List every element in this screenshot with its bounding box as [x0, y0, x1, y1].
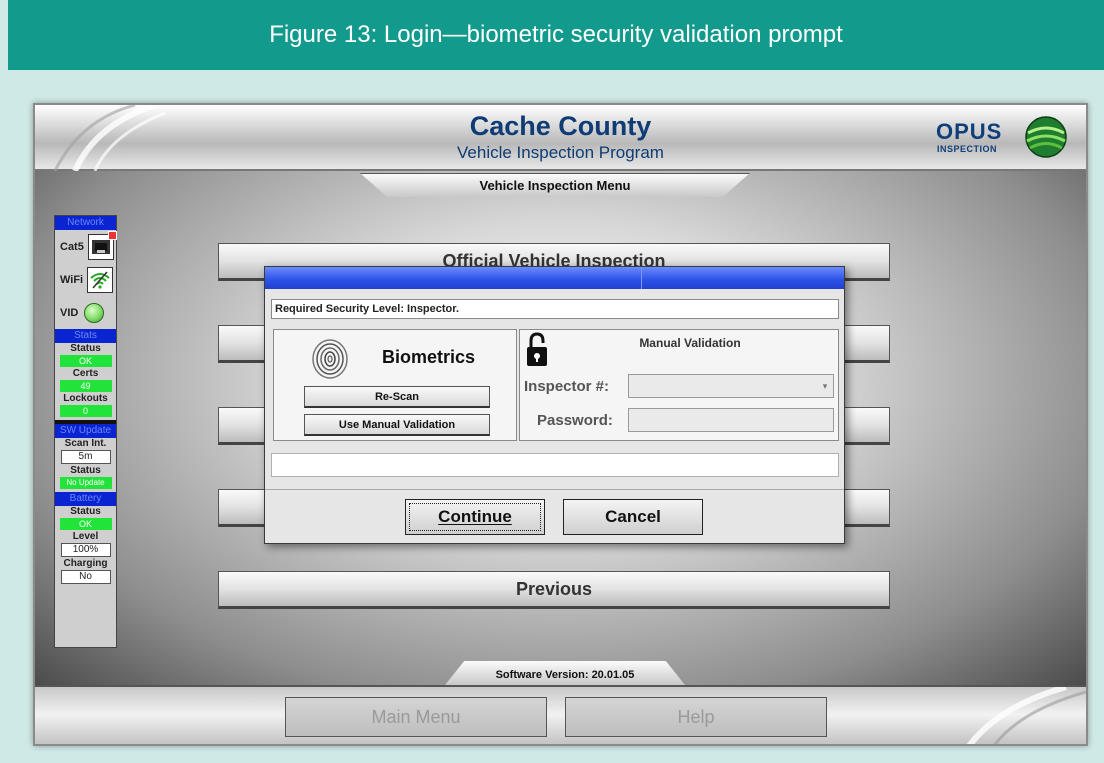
battery-header: Battery — [55, 492, 116, 506]
sw-update-status-value: No Update — [59, 477, 112, 489]
menu-tab: Vehicle Inspection Menu — [360, 173, 750, 197]
wifi-label: WiFi — [60, 273, 84, 286]
security-validation-dialog: Required Security Level: Inspector. Biom… — [264, 266, 845, 544]
use-manual-validation-button[interactable]: Use Manual Validation — [304, 414, 490, 436]
password-field[interactable] — [628, 408, 834, 432]
opus-logo-word: OPUS — [936, 119, 1003, 144]
scan-interval-label: Scan Int. — [64, 438, 107, 449]
continue-label: Continue — [438, 507, 512, 526]
dialog-title-bar[interactable] — [265, 267, 844, 289]
opus-logo-sub: INSPECTION — [937, 144, 998, 154]
stats-status-value: OK — [59, 355, 112, 367]
inspector-number-label: Inspector #: — [524, 378, 610, 395]
footer-swoosh-right — [966, 687, 1086, 744]
sw-update-header: SW Update — [55, 424, 116, 438]
continue-button[interactable]: Continue — [405, 499, 545, 535]
software-version: Software Version: 20.01.05 — [445, 661, 685, 685]
main-menu-button[interactable]: Main Menu — [285, 697, 547, 737]
message-bar — [271, 453, 839, 477]
vid-label: VID — [60, 306, 79, 319]
certs-value: 49 — [59, 380, 112, 392]
battery-level-label: Level — [72, 531, 99, 542]
status-side-panel: Network Cat5 WiFi VID Stats Status OK Ce… — [54, 215, 117, 648]
vid-row: VID — [55, 296, 116, 329]
battery-status-label: Status — [70, 506, 101, 517]
charging-value: No — [60, 570, 111, 584]
stats-header: Stats — [55, 329, 116, 343]
cat5-row: Cat5 — [55, 230, 117, 263]
app-header: Cache County Vehicle Inspection Program … — [35, 105, 1086, 171]
chevron-down-icon[interactable]: ▾ — [819, 377, 831, 395]
app-title: Cache County — [469, 111, 652, 141]
opus-logo: OPUS INSPECTION — [936, 115, 1068, 161]
lockouts-value: 0 — [59, 405, 112, 417]
wifi-row: WiFi — [55, 263, 116, 296]
vid-status-indicator — [84, 302, 105, 323]
app-footer: Main Menu Help — [35, 685, 1086, 744]
cancel-button[interactable]: Cancel — [563, 499, 703, 535]
biometrics-panel: Biometrics Re-Scan Use Manual Validation — [273, 329, 517, 441]
wifi-icon — [87, 266, 114, 293]
scan-interval-value: 5m — [60, 450, 111, 464]
lock-icon — [527, 332, 547, 366]
inspector-number-select[interactable]: ▾ — [628, 374, 834, 398]
cat5-label: Cat5 — [60, 240, 84, 253]
title-bar-divider — [641, 267, 642, 289]
manual-validation-panel: Manual Validation Inspector #: ▾ Passwor… — [519, 329, 839, 441]
app-subtitle: Vehicle Inspection Program — [457, 143, 664, 162]
network-header: Network — [55, 216, 116, 230]
fingerprint-icon — [312, 339, 348, 379]
charging-label: Charging — [63, 558, 108, 569]
battery-level-value: 100% — [60, 543, 111, 557]
required-security-level: Required Security Level: Inspector. — [271, 299, 839, 319]
battery-status-value: OK — [59, 518, 112, 530]
certs-label: Certs — [72, 368, 99, 379]
biometrics-title: Biometrics — [382, 347, 476, 367]
password-label: Password: — [537, 412, 613, 429]
manual-validation-title: Manual Validation — [639, 336, 741, 350]
previous-button[interactable]: Previous — [218, 571, 890, 609]
lockouts-label: Lockouts — [63, 393, 108, 404]
sw-update-status-label: Status — [70, 465, 101, 476]
ethernet-icon — [87, 230, 117, 260]
help-button[interactable]: Help — [565, 697, 827, 737]
dialog-separator — [265, 489, 844, 490]
stats-status-label: Status — [70, 343, 101, 354]
globe-icon — [1025, 116, 1067, 158]
figure-caption: Figure 13: Login—biometric security vali… — [8, 0, 1104, 70]
rescan-button[interactable]: Re-Scan — [304, 386, 490, 408]
